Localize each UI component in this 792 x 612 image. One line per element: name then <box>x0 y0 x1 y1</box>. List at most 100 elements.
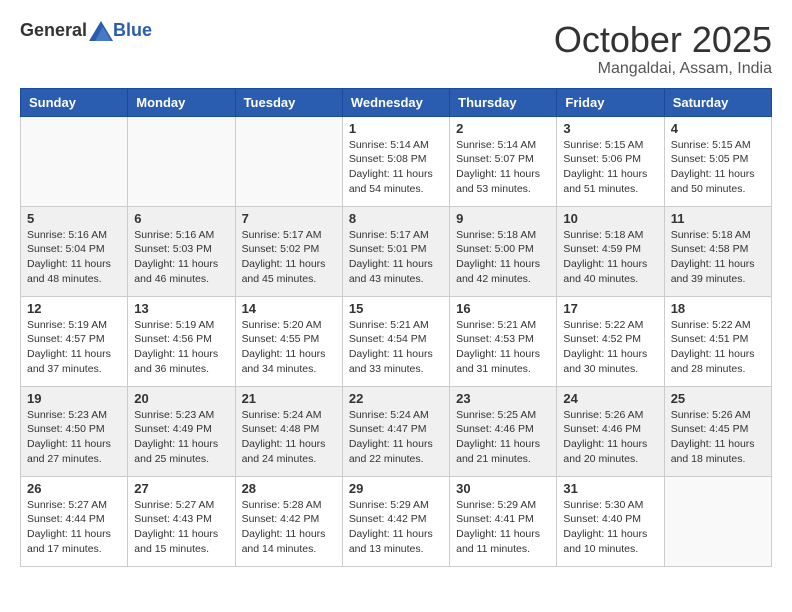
calendar-cell: 4Sunrise: 5:15 AM Sunset: 5:05 PM Daylig… <box>664 116 771 206</box>
calendar-cell: 26 Sunrise: 5:27 AM Sunset: 4:44 PM Dayli… <box>21 476 128 566</box>
day-info: Sunrise: 5:16 AM Sunset: 5:03 PM Dayligh… <box>134 228 228 287</box>
calendar-cell: 27 Sunrise: 5:27 AM Sunset: 4:43 PM Dayli… <box>128 476 235 566</box>
calendar-week-3: 12 Sunrise: 5:19 AM Sunset: 4:57 PM Dayli… <box>21 296 772 386</box>
day-info: Sunrise: 5:26 AM Sunset: 4:45 PM Dayligh… <box>671 408 765 467</box>
title-block: October 2025 Mangaldai, Assam, India <box>554 20 772 78</box>
calendar-week-5: 26 Sunrise: 5:27 AM Sunset: 4:44 PM Dayli… <box>21 476 772 566</box>
day-number: 10 <box>563 211 657 226</box>
calendar-cell: 19 Sunrise: 5:23 AM Sunset: 4:50 PM Dayli… <box>21 386 128 476</box>
day-info: Sunrise: 5:21 AM Sunset: 4:53 PM Dayligh… <box>456 318 550 377</box>
calendar-cell <box>235 116 342 206</box>
calendar-cell: 11 Sunrise: 5:18 AM Sunset: 4:58 PM Dayli… <box>664 206 771 296</box>
calendar-cell: 5Sunrise: 5:16 AM Sunset: 5:04 PM Daylig… <box>21 206 128 296</box>
calendar-cell: 18 Sunrise: 5:22 AM Sunset: 4:51 PM Dayli… <box>664 296 771 386</box>
day-info: Sunrise: 5:21 AM Sunset: 4:54 PM Dayligh… <box>349 318 443 377</box>
weekday-header-friday: Friday <box>557 88 664 116</box>
calendar-cell: 22 Sunrise: 5:24 AM Sunset: 4:47 PM Dayli… <box>342 386 449 476</box>
day-number: 18 <box>671 301 765 316</box>
day-number: 24 <box>563 391 657 406</box>
calendar-cell: 12 Sunrise: 5:19 AM Sunset: 4:57 PM Dayli… <box>21 296 128 386</box>
calendar-week-2: 5Sunrise: 5:16 AM Sunset: 5:04 PM Daylig… <box>21 206 772 296</box>
day-info: Sunrise: 5:20 AM Sunset: 4:55 PM Dayligh… <box>242 318 336 377</box>
weekday-header-sunday: Sunday <box>21 88 128 116</box>
weekday-header-thursday: Thursday <box>450 88 557 116</box>
calendar-cell: 6 Sunrise: 5:16 AM Sunset: 5:03 PM Daylig… <box>128 206 235 296</box>
day-number: 17 <box>563 301 657 316</box>
day-info: Sunrise: 5:24 AM Sunset: 4:48 PM Dayligh… <box>242 408 336 467</box>
calendar-cell: 25Sunrise: 5:26 AM Sunset: 4:45 PM Dayli… <box>664 386 771 476</box>
month-title: October 2025 <box>554 20 772 60</box>
page-header: General Blue October 2025 Mangaldai, Ass… <box>20 20 772 78</box>
day-info: Sunrise: 5:15 AM Sunset: 5:06 PM Dayligh… <box>563 138 657 197</box>
calendar-cell: 28 Sunrise: 5:28 AM Sunset: 4:42 PM Dayli… <box>235 476 342 566</box>
calendar-cell: 8 Sunrise: 5:17 AM Sunset: 5:01 PM Daylig… <box>342 206 449 296</box>
day-info: Sunrise: 5:23 AM Sunset: 4:50 PM Dayligh… <box>27 408 121 467</box>
calendar-cell: 31Sunrise: 5:30 AM Sunset: 4:40 PM Dayli… <box>557 476 664 566</box>
day-number: 21 <box>242 391 336 406</box>
calendar-week-1: 1 Sunrise: 5:14 AM Sunset: 5:08 PM Daylig… <box>21 116 772 206</box>
logo-blue: Blue <box>113 20 152 41</box>
calendar-cell <box>128 116 235 206</box>
day-number: 13 <box>134 301 228 316</box>
calendar-cell: 15 Sunrise: 5:21 AM Sunset: 4:54 PM Dayli… <box>342 296 449 386</box>
day-number: 16 <box>456 301 550 316</box>
day-number: 31 <box>563 481 657 496</box>
day-number: 19 <box>27 391 121 406</box>
calendar-cell: 30Sunrise: 5:29 AM Sunset: 4:41 PM Dayli… <box>450 476 557 566</box>
day-number: 23 <box>456 391 550 406</box>
weekday-header-tuesday: Tuesday <box>235 88 342 116</box>
weekday-header-wednesday: Wednesday <box>342 88 449 116</box>
calendar-cell: 20 Sunrise: 5:23 AM Sunset: 4:49 PM Dayli… <box>128 386 235 476</box>
calendar-cell: 14Sunrise: 5:20 AM Sunset: 4:55 PM Dayli… <box>235 296 342 386</box>
day-info: Sunrise: 5:24 AM Sunset: 4:47 PM Dayligh… <box>349 408 443 467</box>
day-info: Sunrise: 5:25 AM Sunset: 4:46 PM Dayligh… <box>456 408 550 467</box>
day-number: 3 <box>563 121 657 136</box>
day-info: Sunrise: 5:17 AM Sunset: 5:01 PM Dayligh… <box>349 228 443 287</box>
calendar-cell: 21 Sunrise: 5:24 AM Sunset: 4:48 PM Dayli… <box>235 386 342 476</box>
day-info: Sunrise: 5:17 AM Sunset: 5:02 PM Dayligh… <box>242 228 336 287</box>
day-info: Sunrise: 5:27 AM Sunset: 4:44 PM Dayligh… <box>27 498 121 557</box>
day-info: Sunrise: 5:28 AM Sunset: 4:42 PM Dayligh… <box>242 498 336 557</box>
calendar-cell: 17 Sunrise: 5:22 AM Sunset: 4:52 PM Dayli… <box>557 296 664 386</box>
day-info: Sunrise: 5:18 AM Sunset: 4:59 PM Dayligh… <box>563 228 657 287</box>
day-info: Sunrise: 5:19 AM Sunset: 4:56 PM Dayligh… <box>134 318 228 377</box>
day-number: 30 <box>456 481 550 496</box>
day-number: 27 <box>134 481 228 496</box>
day-number: 12 <box>27 301 121 316</box>
day-info: Sunrise: 5:22 AM Sunset: 4:52 PM Dayligh… <box>563 318 657 377</box>
calendar-cell: 3 Sunrise: 5:15 AM Sunset: 5:06 PM Daylig… <box>557 116 664 206</box>
calendar-cell: 1 Sunrise: 5:14 AM Sunset: 5:08 PM Daylig… <box>342 116 449 206</box>
calendar-cell: 13 Sunrise: 5:19 AM Sunset: 4:56 PM Dayli… <box>128 296 235 386</box>
day-info: Sunrise: 5:22 AM Sunset: 4:51 PM Dayligh… <box>671 318 765 377</box>
calendar-cell: 2Sunrise: 5:14 AM Sunset: 5:07 PM Daylig… <box>450 116 557 206</box>
day-number: 28 <box>242 481 336 496</box>
day-info: Sunrise: 5:27 AM Sunset: 4:43 PM Dayligh… <box>134 498 228 557</box>
calendar-cell <box>664 476 771 566</box>
day-number: 6 <box>134 211 228 226</box>
calendar-cell: 23 Sunrise: 5:25 AM Sunset: 4:46 PM Dayli… <box>450 386 557 476</box>
calendar-table: SundayMondayTuesdayWednesdayThursdayFrid… <box>20 88 772 567</box>
day-number: 15 <box>349 301 443 316</box>
day-info: Sunrise: 5:16 AM Sunset: 5:04 PM Dayligh… <box>27 228 121 287</box>
day-number: 8 <box>349 211 443 226</box>
day-info: Sunrise: 5:18 AM Sunset: 4:58 PM Dayligh… <box>671 228 765 287</box>
calendar-cell: 10 Sunrise: 5:18 AM Sunset: 4:59 PM Dayli… <box>557 206 664 296</box>
day-number: 20 <box>134 391 228 406</box>
location-title: Mangaldai, Assam, India <box>554 60 772 78</box>
logo: General Blue <box>20 20 152 41</box>
calendar-cell: 9Sunrise: 5:18 AM Sunset: 5:00 PM Daylig… <box>450 206 557 296</box>
day-info: Sunrise: 5:19 AM Sunset: 4:57 PM Dayligh… <box>27 318 121 377</box>
weekday-header-monday: Monday <box>128 88 235 116</box>
day-number: 1 <box>349 121 443 136</box>
day-number: 26 <box>27 481 121 496</box>
logo-general: General <box>20 20 87 41</box>
day-info: Sunrise: 5:23 AM Sunset: 4:49 PM Dayligh… <box>134 408 228 467</box>
day-info: Sunrise: 5:14 AM Sunset: 5:08 PM Dayligh… <box>349 138 443 197</box>
day-number: 22 <box>349 391 443 406</box>
calendar-cell: 7 Sunrise: 5:17 AM Sunset: 5:02 PM Daylig… <box>235 206 342 296</box>
calendar-header-row: SundayMondayTuesdayWednesdayThursdayFrid… <box>21 88 772 116</box>
day-number: 4 <box>671 121 765 136</box>
day-number: 11 <box>671 211 765 226</box>
calendar-cell: 16 Sunrise: 5:21 AM Sunset: 4:53 PM Dayli… <box>450 296 557 386</box>
day-number: 7 <box>242 211 336 226</box>
